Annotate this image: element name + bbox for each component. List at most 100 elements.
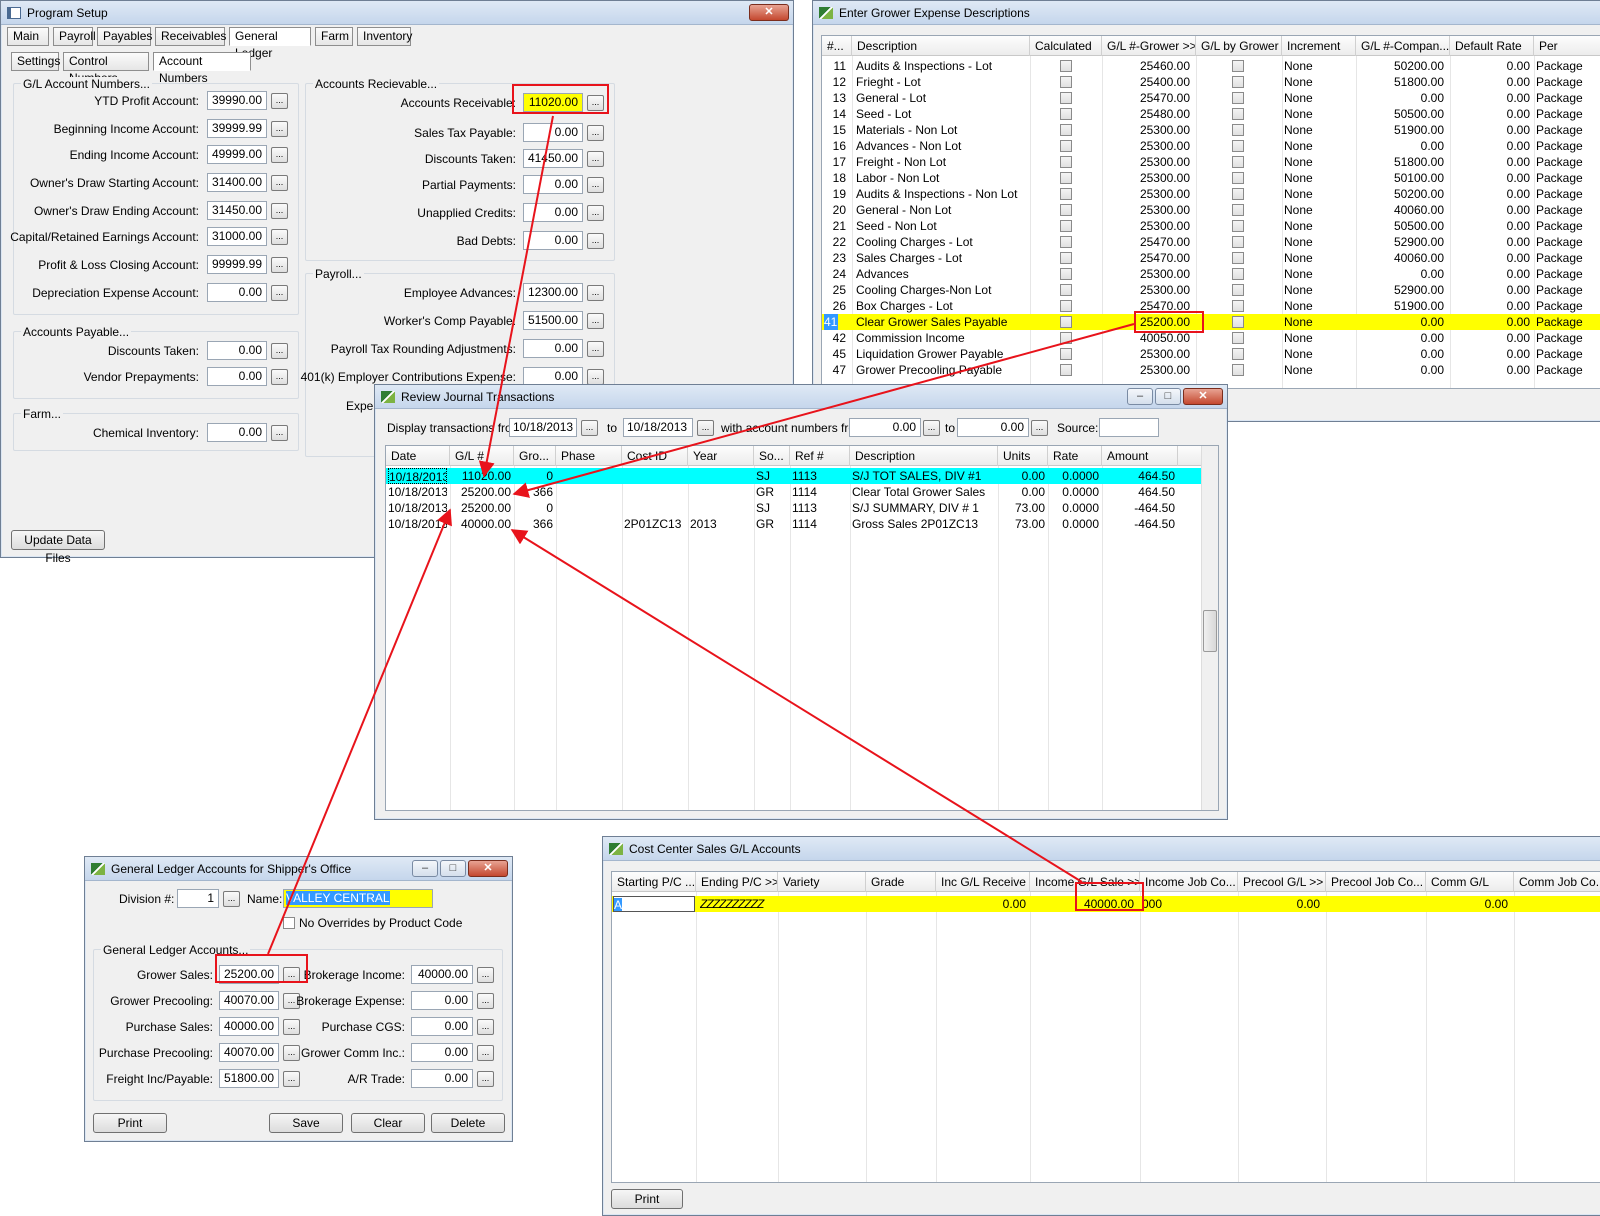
gl-by-grower-checkbox[interactable] xyxy=(1232,316,1244,328)
table-row[interactable]: 16 Advances - Non Lot 25300.00 None 0.00 0.00… xyxy=(822,138,1600,154)
table-row[interactable]: 41 Clear Grower Sales Payable 25200.00 None… xyxy=(822,314,1600,330)
close-icon[interactable]: ✕ xyxy=(1183,388,1223,405)
table-row[interactable]: 10/18/2013 11020.00 0 SJ 1113 S/J TOT SALES, … xyxy=(386,468,1201,484)
field-brokerage-expense[interactable]: 0.00 xyxy=(411,991,473,1010)
table-row[interactable]: 10/18/2013 25200.00 0 SJ 1113 S/J SUMMARY, DI… xyxy=(386,500,1201,516)
lookup-button[interactable]: ... xyxy=(587,205,604,221)
column-header-default-rate[interactable]: Default Rate xyxy=(1450,36,1534,56)
account-from-field[interactable]: 0.00 xyxy=(849,418,921,437)
column-header-per[interactable]: Per xyxy=(1534,36,1600,56)
field-bad-debts[interactable]: 0.00 xyxy=(523,231,583,250)
lookup-button[interactable]: ... xyxy=(477,1071,494,1087)
column-header-year[interactable]: Year xyxy=(688,446,754,466)
calculated-checkbox[interactable] xyxy=(1060,316,1072,328)
field-partial-payments[interactable]: 0.00 xyxy=(523,175,583,194)
lookup-button[interactable]: ... xyxy=(477,993,494,1009)
lookup-button[interactable]: ... xyxy=(477,967,494,983)
source-field[interactable] xyxy=(1099,418,1159,437)
print-button[interactable]: Print xyxy=(611,1189,683,1209)
tab-receivables[interactable]: Receivables xyxy=(155,27,226,46)
calculated-checkbox[interactable] xyxy=(1060,108,1072,120)
name-field[interactable]: VALLEY CENTRAL xyxy=(283,889,433,908)
field-employee-advances[interactable]: 12300.00 xyxy=(523,283,583,302)
field-owner-s-draw-ending-account[interactable]: 31450.00 xyxy=(207,201,267,220)
lookup-button[interactable]: ... xyxy=(477,1045,494,1061)
field-vendor-prepayments[interactable]: 0.00 xyxy=(207,367,267,386)
table-row[interactable]: 19 Audits & Inspections - Non Lot 25300.00… xyxy=(822,186,1600,202)
calculated-checkbox[interactable] xyxy=(1060,300,1072,312)
grower-expense-grid[interactable]: #... Description Calculated G/L #-Grower >>… xyxy=(821,35,1600,389)
gl-by-grower-checkbox[interactable] xyxy=(1232,188,1244,200)
field-grower-comm-inc[interactable]: 0.00 xyxy=(411,1043,473,1062)
lookup-button[interactable]: ... xyxy=(283,1019,300,1035)
gl-by-grower-checkbox[interactable] xyxy=(1232,156,1244,168)
lookup-button[interactable]: ... xyxy=(271,285,288,301)
column-header-variety[interactable]: Variety xyxy=(778,872,866,892)
maximize-icon[interactable]: □ xyxy=(1155,388,1181,405)
column-header-comm-g-l[interactable]: Comm G/L xyxy=(1426,872,1514,892)
calculated-checkbox[interactable] xyxy=(1060,92,1072,104)
close-icon[interactable]: ✕ xyxy=(468,860,508,877)
table-row[interactable]: 14 Seed - Lot 25480.00 None 50500.00 0.00 Pack… xyxy=(822,106,1600,122)
gl-by-grower-checkbox[interactable] xyxy=(1232,268,1244,280)
column-header-ending-p-c[interactable]: Ending P/C >> xyxy=(696,872,778,892)
lookup-button[interactable]: ... xyxy=(283,967,300,983)
tab-inventory[interactable]: Inventory xyxy=(357,27,412,46)
calculated-checkbox[interactable] xyxy=(1060,284,1072,296)
tab-payroll[interactable]: Payroll xyxy=(53,27,96,46)
account-to-lookup-button[interactable]: ... xyxy=(1031,420,1048,436)
subtab-settings[interactable]: Settings xyxy=(11,52,60,71)
vertical-scrollbar[interactable] xyxy=(1201,446,1218,810)
column-header-g-l-by-grower[interactable]: G/L by Grower xyxy=(1196,36,1282,56)
table-row[interactable]: 17 Freight - Non Lot 25300.00 None 51800.00 0… xyxy=(822,154,1600,170)
date-from-field[interactable]: 10/18/2013 xyxy=(509,418,577,437)
gl-by-grower-checkbox[interactable] xyxy=(1232,252,1244,264)
column-header-amount[interactable]: Amount xyxy=(1102,446,1178,466)
column-header-rate[interactable]: Rate xyxy=(1048,446,1102,466)
gl-by-grower-checkbox[interactable] xyxy=(1232,284,1244,296)
column-header-precool-job-co[interactable]: Precool Job Co... xyxy=(1326,872,1426,892)
column-header-[interactable]: #... xyxy=(822,36,852,56)
calculated-checkbox[interactable] xyxy=(1060,364,1072,376)
close-icon[interactable]: ✕ xyxy=(749,4,789,21)
date-to-lookup-button[interactable]: ... xyxy=(697,420,714,436)
column-header-phase[interactable]: Phase xyxy=(556,446,622,466)
calculated-checkbox[interactable] xyxy=(1060,76,1072,88)
lookup-button[interactable]: ... xyxy=(271,343,288,359)
gl-by-grower-checkbox[interactable] xyxy=(1232,348,1244,360)
lookup-button[interactable]: ... xyxy=(271,369,288,385)
table-row[interactable]: 45 Liquidation Grower Payable 25300.00 None… xyxy=(822,346,1600,362)
field-sales-tax-payable[interactable]: 0.00 xyxy=(523,123,583,142)
field-payroll-tax-rounding-adjustments[interactable]: 0.00 xyxy=(523,339,583,358)
column-header-g-l[interactable]: G/L # xyxy=(450,446,514,466)
column-header-precool-g-l[interactable]: Precool G/L >> xyxy=(1238,872,1326,892)
column-header-g-l-grower[interactable]: G/L #-Grower >> xyxy=(1102,36,1196,56)
field-owner-s-draw-starting-account[interactable]: 31400.00 xyxy=(207,173,267,192)
gl-by-grower-checkbox[interactable] xyxy=(1232,60,1244,72)
gl-by-grower-checkbox[interactable] xyxy=(1232,124,1244,136)
calculated-checkbox[interactable] xyxy=(1060,332,1072,344)
lookup-button[interactable]: ... xyxy=(271,257,288,273)
field-brokerage-income[interactable]: 40000.00 xyxy=(411,965,473,984)
calculated-checkbox[interactable] xyxy=(1060,348,1072,360)
tab-payables[interactable]: Payables xyxy=(97,27,152,46)
field-purchase-precooling[interactable]: 40070.00 xyxy=(219,1043,279,1062)
field-purchase-sales[interactable]: 40000.00 xyxy=(219,1017,279,1036)
calculated-checkbox[interactable] xyxy=(1060,220,1072,232)
minimize-icon[interactable]: – xyxy=(412,860,438,877)
division-field[interactable]: 1 xyxy=(177,889,219,908)
column-header-gro[interactable]: Gro... xyxy=(514,446,556,466)
lookup-button[interactable]: ... xyxy=(283,1045,300,1061)
journal-grid[interactable]: Date G/L # Gro... Phase Cost ID Year So... Ref … xyxy=(385,445,1219,811)
calculated-checkbox[interactable] xyxy=(1060,60,1072,72)
column-header-grade[interactable]: Grade xyxy=(866,872,936,892)
calculated-checkbox[interactable] xyxy=(1060,140,1072,152)
save-button[interactable]: Save xyxy=(269,1113,343,1133)
column-header-starting-p-c[interactable]: Starting P/C ... xyxy=(612,872,696,892)
starting-pc-cell[interactable]: A xyxy=(613,896,695,912)
field-depreciation-expense-account[interactable]: 0.00 xyxy=(207,283,267,302)
table-row[interactable]: 42 Commission Income 40050.00 None 0.00 0.00 P… xyxy=(822,330,1600,346)
gl-by-grower-checkbox[interactable] xyxy=(1232,92,1244,104)
field-capital-retained-earnings-account[interactable]: 31000.00 xyxy=(207,227,267,246)
calculated-checkbox[interactable] xyxy=(1060,124,1072,136)
